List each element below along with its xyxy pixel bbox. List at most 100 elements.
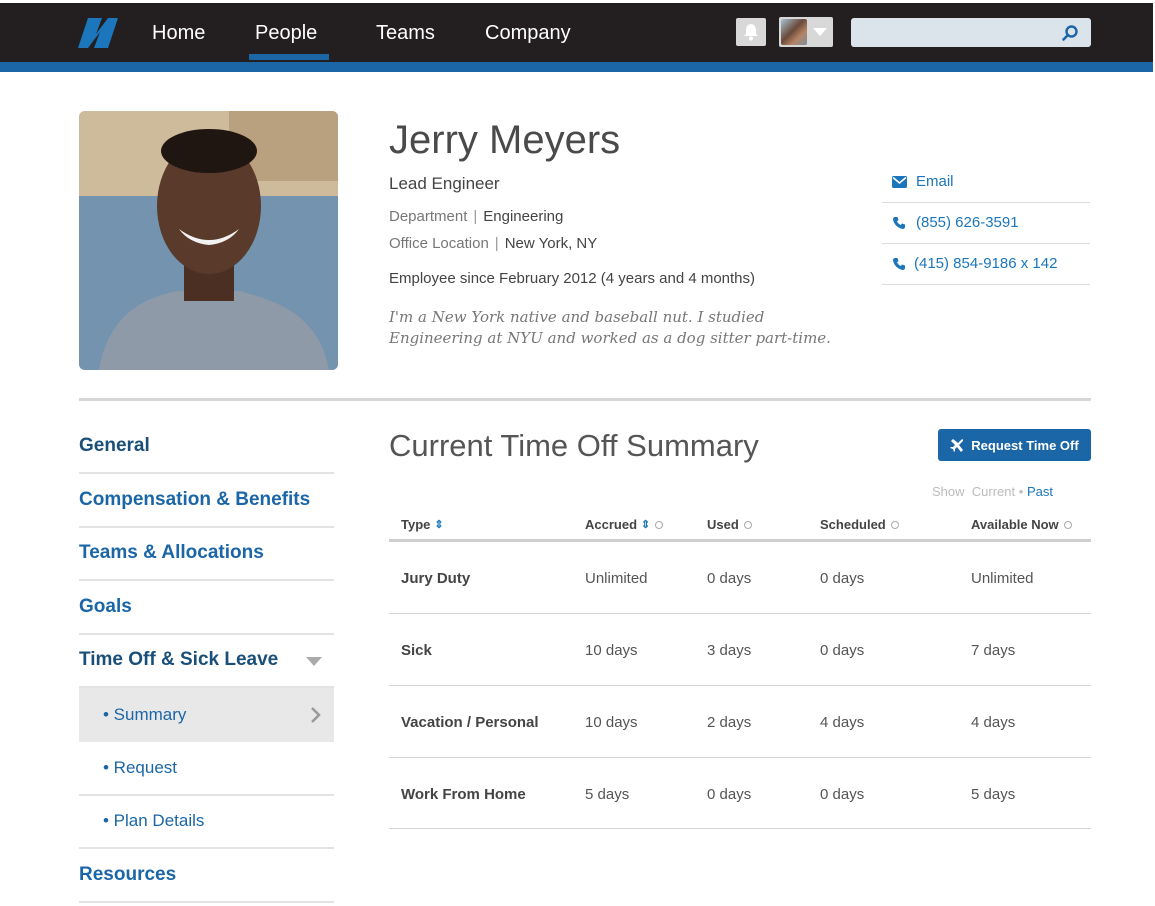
phone-icon xyxy=(892,216,908,230)
sidebar-item-resources[interactable]: Resources xyxy=(79,849,334,903)
cell-available: Unlimited xyxy=(971,570,1034,587)
profile-bio: I'm a New York native and baseball nut. … xyxy=(389,308,831,347)
nav-company[interactable]: Company xyxy=(485,22,571,45)
row-divider xyxy=(389,613,1091,614)
column-header-label: Scheduled xyxy=(820,517,886,532)
filter-past-link[interactable]: Past xyxy=(1027,484,1053,499)
cell-available: 7 days xyxy=(971,642,1016,659)
separator: | xyxy=(473,208,478,225)
row-divider xyxy=(389,828,1091,829)
sidebar-subitem-summary[interactable]: • Summary xyxy=(79,688,334,742)
column-header-type[interactable]: Type ⇕ xyxy=(401,517,444,532)
office-value: New York, NY xyxy=(504,235,598,252)
phone-icon xyxy=(892,257,908,271)
chevron-down-icon xyxy=(306,657,322,666)
cell-available: 4 days xyxy=(971,714,1016,731)
cell-type: Jury Duty xyxy=(401,570,471,587)
cell-type: Vacation / Personal xyxy=(401,714,539,731)
column-header-scheduled: Scheduled xyxy=(820,517,899,532)
top-nav-stripe xyxy=(0,62,1153,72)
section-divider xyxy=(79,398,1091,401)
cell-accrued: Unlimited xyxy=(585,570,648,587)
column-header-label: Accrued xyxy=(585,517,638,532)
sidebar-subitem-label: • Summary xyxy=(103,705,187,724)
airplane-icon xyxy=(950,439,964,452)
cell-type: Sick xyxy=(401,642,432,659)
cell-used: 0 days xyxy=(707,786,752,803)
column-header-label: Type xyxy=(401,517,431,532)
search-input[interactable] xyxy=(851,18,1091,47)
column-header-available: Available Now xyxy=(971,517,1072,532)
department-row: Department | Engineering xyxy=(389,208,563,225)
sidebar-item-label: Time Off & Sick Leave xyxy=(79,649,279,670)
row-divider xyxy=(389,757,1091,758)
contact-email-link[interactable]: Email xyxy=(882,161,1090,203)
section-title: Current Time Off Summary xyxy=(389,428,759,463)
cell-used: 2 days xyxy=(707,714,752,731)
sidebar-item-compensation[interactable]: Compensation & Benefits xyxy=(79,474,334,528)
avatar xyxy=(781,19,807,45)
profile-photo-image xyxy=(79,111,338,370)
user-menu-button[interactable] xyxy=(779,17,833,47)
request-time-off-label: Request Time Off xyxy=(971,437,1079,453)
filter-current-link[interactable]: Current xyxy=(972,484,1015,499)
column-header-label: Available Now xyxy=(971,517,1059,532)
cell-used: 0 days xyxy=(707,570,752,587)
cell-scheduled: 0 days xyxy=(820,786,865,803)
nav-teams[interactable]: Teams xyxy=(376,22,435,45)
sidebar-item-general[interactable]: General xyxy=(79,420,334,474)
cell-scheduled: 0 days xyxy=(820,570,865,587)
profile-job-title: Lead Engineer xyxy=(389,174,500,193)
sidebar-item-label: Compensation & Benefits xyxy=(79,489,311,510)
nav-people[interactable]: People xyxy=(255,22,317,45)
cell-scheduled: 0 days xyxy=(820,642,865,659)
sort-icon[interactable]: ⇕ xyxy=(641,518,650,531)
chevron-right-icon xyxy=(311,707,321,723)
profile-name: Jerry Meyers xyxy=(389,118,621,162)
sidebar-item-goals[interactable]: Goals xyxy=(79,581,334,635)
info-icon[interactable] xyxy=(743,520,752,529)
cell-type: Work From Home xyxy=(401,786,526,803)
contact-email-label: Email xyxy=(916,173,954,190)
sidebar-subitem-label: • Request xyxy=(103,758,177,777)
info-icon[interactable] xyxy=(655,520,664,529)
sidebar-subitem-request[interactable]: • Request xyxy=(79,742,334,796)
filter-separator: • xyxy=(1018,484,1024,499)
profile-photo xyxy=(79,111,338,370)
request-time-off-button[interactable]: Request Time Off xyxy=(938,429,1091,461)
sidebar-item-time-off[interactable]: Time Off & Sick Leave xyxy=(79,634,334,688)
cell-accrued: 5 days xyxy=(585,786,630,803)
separator: | xyxy=(494,235,499,252)
show-filter: Show Current • Past xyxy=(932,484,1053,499)
column-header-label: Used xyxy=(707,517,739,532)
nav-active-indicator xyxy=(249,54,329,60)
company-logo-icon[interactable] xyxy=(78,16,120,50)
contact-phone-link[interactable]: (855) 626-3591 xyxy=(882,202,1090,244)
show-filter-label: Show xyxy=(932,484,965,499)
search-icon[interactable] xyxy=(1061,24,1079,42)
cell-accrued: 10 days xyxy=(585,642,638,659)
office-label: Office Location xyxy=(389,235,489,252)
contact-phone-label: (415) 854-9186 x 142 xyxy=(914,255,1058,272)
cell-accrued: 10 days xyxy=(585,714,638,731)
info-icon[interactable] xyxy=(1063,520,1072,529)
sort-icon[interactable]: ⇕ xyxy=(434,518,443,531)
envelope-icon xyxy=(892,175,908,188)
chevron-down-icon xyxy=(813,28,827,36)
contact-phone-link[interactable]: (415) 854-9186 x 142 xyxy=(882,243,1090,285)
row-divider xyxy=(389,685,1091,686)
sidebar-item-label: General xyxy=(79,435,150,456)
cell-scheduled: 4 days xyxy=(820,714,865,731)
sidebar-item-label: Resources xyxy=(79,864,177,885)
info-icon[interactable] xyxy=(890,520,899,529)
office-row: Office Location | New York, NY xyxy=(389,235,597,252)
column-header-accrued[interactable]: Accrued ⇕ xyxy=(585,517,664,532)
notifications-button[interactable] xyxy=(736,18,766,46)
sidebar-subitem-plan-details[interactable]: • Plan Details xyxy=(79,795,334,849)
sidebar-item-label: Teams & Allocations xyxy=(79,542,264,563)
column-header-used: Used xyxy=(707,517,752,532)
sidebar-item-label: Goals xyxy=(79,596,132,617)
department-value: Engineering xyxy=(483,208,564,225)
sidebar-item-teams[interactable]: Teams & Allocations xyxy=(79,527,334,581)
nav-home[interactable]: Home xyxy=(152,22,205,45)
